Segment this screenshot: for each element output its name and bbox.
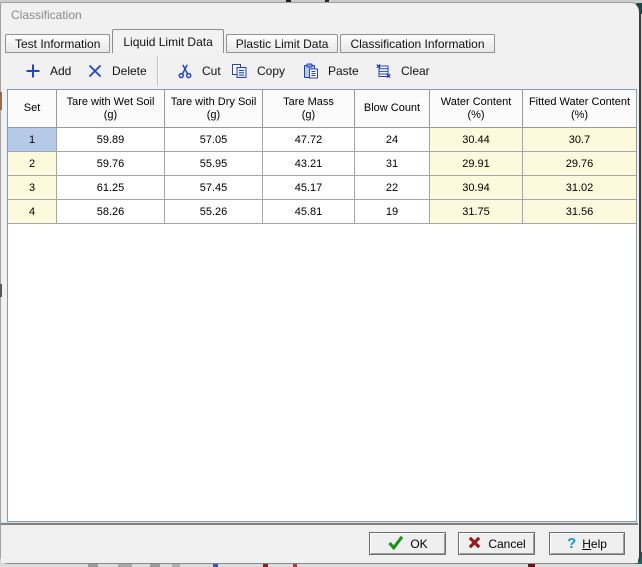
grid-cell[interactable]: 57.45 xyxy=(165,176,263,200)
grid-cell[interactable]: 2 xyxy=(8,152,57,176)
tab-label: Plastic Limit Data xyxy=(235,37,329,51)
grid-header-tare-mass: Tare Mass (g) xyxy=(263,90,355,128)
grid-cell[interactable]: 55.26 xyxy=(165,200,263,224)
grid-row: 2 59.76 55.95 43.21 31 29.91 29.76 xyxy=(8,152,636,176)
tab-label: Classification Information xyxy=(350,37,485,51)
help-button[interactable]: ? Help xyxy=(549,532,625,555)
grid-cell[interactable]: 45.81 xyxy=(263,200,355,224)
red-x-icon xyxy=(467,535,482,553)
grid-cell-selected[interactable]: 1 xyxy=(8,128,57,152)
grid-cell[interactable]: 47.72 xyxy=(263,128,355,152)
grid-cell[interactable]: 57.05 xyxy=(165,128,263,152)
grid-header-tare-wet: Tare with Wet Soil (g) xyxy=(57,90,165,128)
grid-row: 4 58.26 55.26 45.81 19 31.75 31.56 xyxy=(8,200,636,224)
tab-plastic-limit-data[interactable]: Plastic Limit Data xyxy=(225,34,339,53)
copy-icon xyxy=(231,63,248,79)
help-label: Help xyxy=(582,536,607,551)
grid-cell[interactable]: 43.21 xyxy=(263,152,355,176)
window-title: Classification xyxy=(11,8,82,22)
tab-label: Liquid Limit Data xyxy=(123,34,213,49)
grid-row: 3 61.25 57.45 45.17 22 30.94 31.02 xyxy=(8,176,636,200)
paste-button[interactable]: Paste xyxy=(295,57,367,85)
grid-cell[interactable]: 3 xyxy=(8,176,57,200)
grid-header-fitted-water-content: Fitted Water Content (%) xyxy=(523,90,636,128)
delete-label: Delete xyxy=(112,64,147,78)
add-button[interactable]: Add xyxy=(17,57,79,85)
delete-button[interactable]: Delete xyxy=(79,57,155,85)
classification-dialog: Classification Test Information Liquid L… xyxy=(0,2,641,564)
x-icon xyxy=(87,63,103,79)
scissors-icon xyxy=(177,63,193,79)
tab-classification-information[interactable]: Classification Information xyxy=(340,34,495,53)
grid-cell[interactable]: 55.95 xyxy=(165,152,263,176)
grid-cell[interactable]: 31 xyxy=(355,152,430,176)
data-grid: Set Tare with Wet Soil (g) Tare with Dry … xyxy=(7,89,637,522)
ok-label: OK xyxy=(410,536,428,551)
grid-cell[interactable]: 31.02 xyxy=(523,176,636,200)
screen-edge-artifact xyxy=(0,92,2,110)
clear-table-icon xyxy=(375,63,392,79)
cut-button[interactable]: Cut xyxy=(169,57,229,85)
paste-icon xyxy=(303,63,319,79)
grid-cell[interactable]: 59.89 xyxy=(57,128,165,152)
clear-button[interactable]: Clear xyxy=(367,57,438,85)
ok-button[interactable]: OK xyxy=(369,532,446,555)
cancel-button[interactable]: Cancel xyxy=(458,532,535,555)
grid-cell[interactable]: 24 xyxy=(355,128,430,152)
clear-label: Clear xyxy=(401,64,430,78)
tab-liquid-limit-data[interactable]: Liquid Limit Data xyxy=(112,29,224,53)
copy-label: Copy xyxy=(257,64,286,78)
grid-cell[interactable]: 31.56 xyxy=(523,200,636,224)
grid-header-set: Set xyxy=(8,90,57,128)
cut-label: Cut xyxy=(202,64,221,78)
tab-test-information[interactable]: Test Information xyxy=(5,34,111,53)
grid-row: 1 59.89 57.05 47.72 24 30.44 30.7 xyxy=(8,128,636,152)
grid-cell[interactable]: 19 xyxy=(355,200,430,224)
paste-label: Paste xyxy=(328,64,359,78)
grid-cell[interactable]: 31.75 xyxy=(430,200,523,224)
tab-bar: Test Information Liquid Limit Data Plast… xyxy=(5,28,497,53)
toolbar: Add Delete Cut Copy Paste Clear xyxy=(7,53,633,89)
grid-cell[interactable]: 30.7 xyxy=(523,128,636,152)
grid-header-tare-dry: Tare with Dry Soil (g) xyxy=(165,90,263,128)
grid-cell[interactable]: 29.91 xyxy=(430,152,523,176)
screen-edge-artifact xyxy=(0,284,2,297)
screen: Classification Test Information Liquid L… xyxy=(0,0,642,567)
grid-cell[interactable]: 22 xyxy=(355,176,430,200)
button-bar xyxy=(1,525,638,563)
add-label: Add xyxy=(50,64,72,78)
question-mark-icon: ? xyxy=(567,535,577,552)
grid-header-water-content: Water Content (%) xyxy=(430,90,523,128)
grid-cell[interactable]: 4 xyxy=(8,200,57,224)
grid-header-blow-count: Blow Count xyxy=(355,90,430,128)
grid-cell[interactable]: 30.44 xyxy=(430,128,523,152)
plus-icon xyxy=(25,63,41,79)
grid-cell[interactable]: 45.17 xyxy=(263,176,355,200)
toolbar-separator xyxy=(157,56,159,86)
tab-label: Test Information xyxy=(15,37,101,51)
check-icon xyxy=(387,535,404,553)
grid-header-row: Set Tare with Wet Soil (g) Tare with Dry … xyxy=(8,90,636,128)
copy-button[interactable]: Copy xyxy=(223,57,293,85)
cancel-label: Cancel xyxy=(488,536,526,551)
grid-cell[interactable]: 58.26 xyxy=(57,200,165,224)
grid-cell[interactable]: 29.76 xyxy=(523,152,636,176)
grid-cell[interactable]: 30.94 xyxy=(430,176,523,200)
grid-cell[interactable]: 61.25 xyxy=(57,176,165,200)
grid-cell[interactable]: 59.76 xyxy=(57,152,165,176)
